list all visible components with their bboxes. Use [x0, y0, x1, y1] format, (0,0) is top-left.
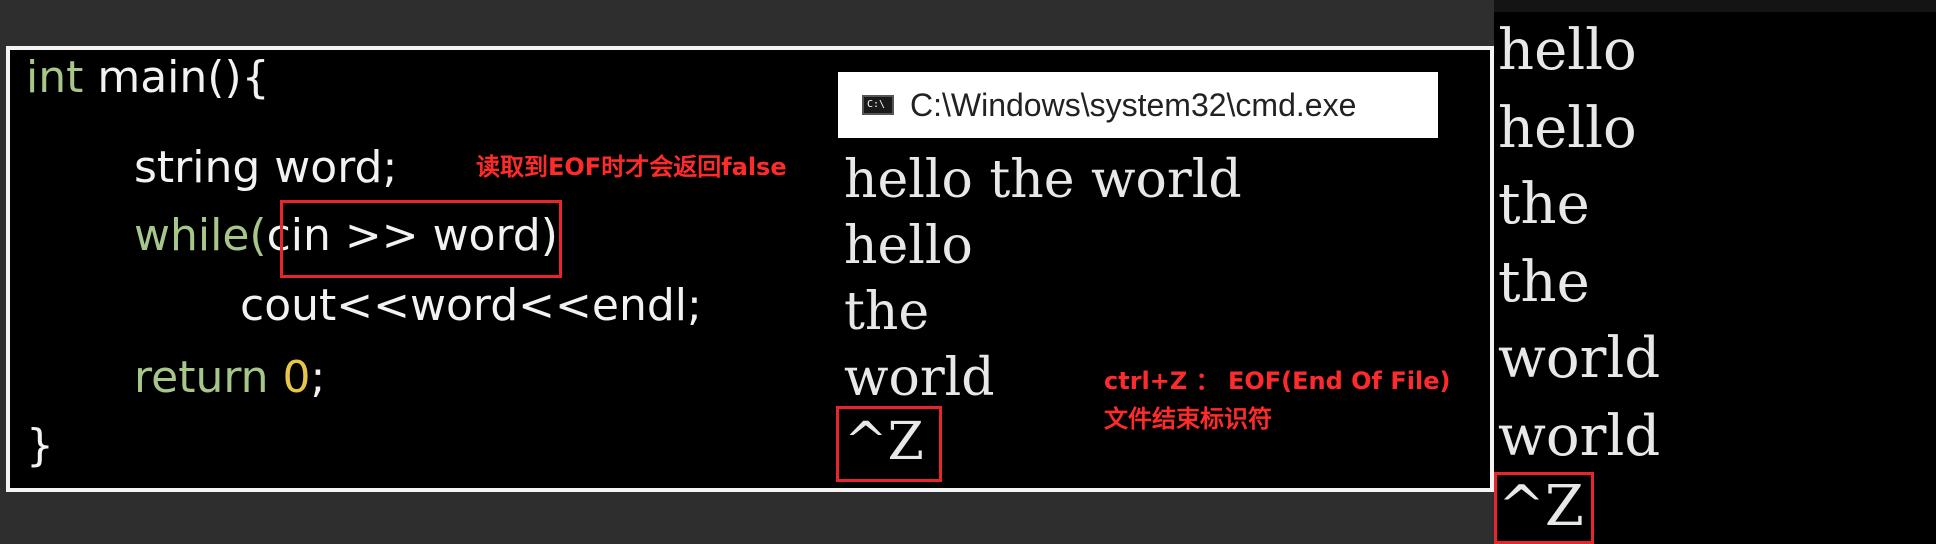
cmd-output-line: the	[844, 282, 930, 342]
code-line-2: string word;	[134, 142, 398, 193]
ctrl-z-annotation: ctrl+Z ： EOF(End Of File)	[1104, 367, 1451, 395]
keyword-while: while(	[134, 210, 267, 261]
code-line-6: }	[26, 420, 54, 471]
cmd-titlebar: C:\ C:\Windows\system32\cmd.exe	[838, 72, 1438, 138]
code-line-5: return 0;	[134, 352, 325, 404]
code-text: ;	[310, 352, 326, 403]
keyword-int: int	[26, 52, 84, 103]
console-output-line: hello	[1498, 96, 1637, 161]
code-line-1: int main(){	[26, 52, 270, 104]
console-output-line: the	[1498, 172, 1590, 237]
right-console-panel: hello hello the the world world ^Z	[1494, 0, 1936, 544]
eof-annotation: 读取到EOF时才会返回false	[476, 153, 787, 181]
keyword-return: return	[134, 352, 269, 403]
code-text: main(){	[83, 52, 270, 103]
ctrl-z-annotation-cn: 文件结束标识符	[1104, 405, 1272, 433]
number-literal: 0	[282, 352, 311, 403]
cmd-window-title: C:\Windows\system32\cmd.exe	[910, 86, 1357, 123]
console-output-line: hello	[1498, 18, 1637, 83]
console-output-line: world	[1498, 326, 1661, 391]
console-output-line: the	[1498, 250, 1590, 315]
cmd-output-line: hello	[844, 216, 973, 276]
cmd-icon: C:\	[862, 95, 894, 115]
cmd-output-line: world	[844, 348, 995, 408]
cmd-output-line: hello the world	[844, 150, 1242, 210]
console-output-line: world	[1498, 404, 1661, 469]
highlight-box-right-ctrl-z	[1494, 472, 1594, 544]
highlight-box-cin	[280, 200, 562, 278]
code-line-4: cout<<word<<endl;	[240, 280, 702, 331]
highlight-box-ctrl-z	[836, 406, 942, 482]
